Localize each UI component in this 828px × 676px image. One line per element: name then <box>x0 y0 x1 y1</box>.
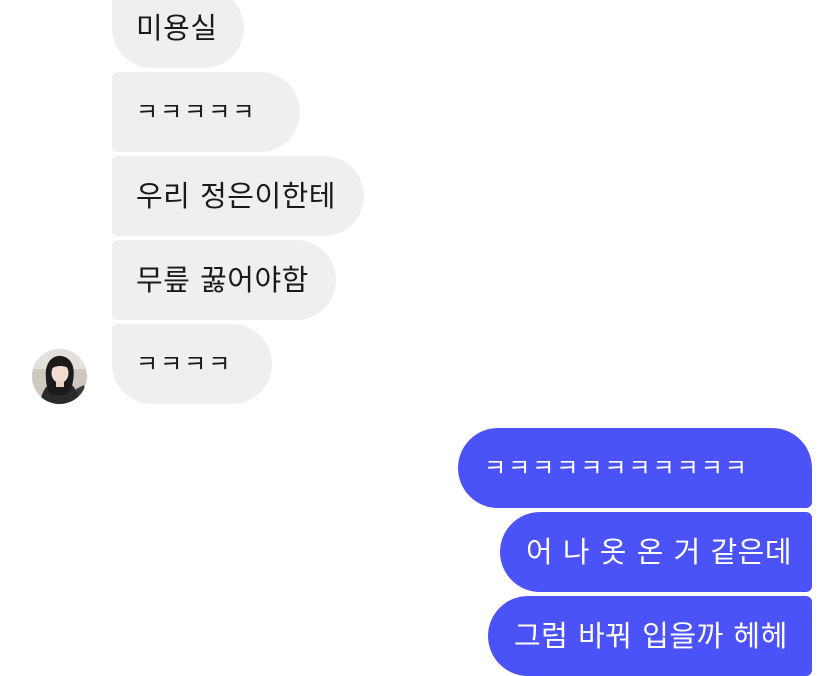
outgoing-message[interactable]: ㅋㅋㅋㅋㅋㅋㅋㅋㅋㅋㅋ <box>458 428 812 508</box>
message-text: ㅋㅋㅋㅋㅋ <box>136 98 257 126</box>
message-text: 그럼 바꿔 입을까 헤헤 <box>514 618 788 653</box>
message-text: 무릎 꿇어야함 <box>136 262 309 297</box>
message-text: 우리 정은이한테 <box>136 178 336 213</box>
incoming-message[interactable]: ㅋㅋㅋㅋ <box>112 324 272 404</box>
avatar-photo-icon <box>32 349 87 404</box>
contact-avatar[interactable] <box>32 349 87 404</box>
message-text: ㅋㅋㅋㅋㅋㅋㅋㅋㅋㅋㅋ <box>484 454 749 482</box>
incoming-message[interactable]: 미용실 <box>112 0 244 68</box>
message-text: 미용실 <box>136 10 218 45</box>
incoming-message[interactable]: 무릎 꿇어야함 <box>112 240 336 320</box>
incoming-message[interactable]: ㅋㅋㅋㅋㅋ <box>112 72 300 152</box>
incoming-message[interactable]: 우리 정은이한테 <box>112 156 364 236</box>
message-thread: 미용실 ㅋㅋㅋㅋㅋ 우리 정은이한테 무릎 꿇어야함 ㅋㅋㅋㅋ ㅋㅋㅋㅋㅋㅋㅋㅋ… <box>0 0 828 676</box>
message-text: 어 나 옷 온 거 같은데 <box>526 534 793 569</box>
outgoing-message[interactable]: 어 나 옷 온 거 같은데 <box>500 512 812 592</box>
outgoing-message[interactable]: 그럼 바꿔 입을까 헤헤 <box>488 596 812 676</box>
message-text: ㅋㅋㅋㅋ <box>136 350 233 378</box>
